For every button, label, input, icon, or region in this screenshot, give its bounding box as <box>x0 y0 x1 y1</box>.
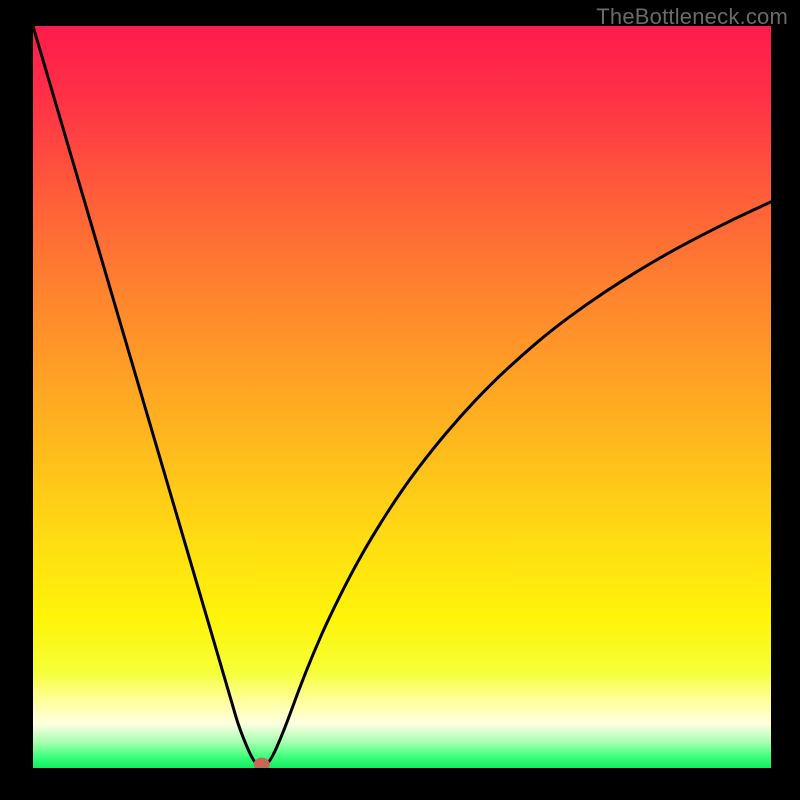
chart-container: TheBottleneck.com <box>0 0 800 800</box>
chart-svg <box>33 26 771 768</box>
gradient-background <box>33 26 771 768</box>
plot-area <box>33 26 771 768</box>
watermark-text: TheBottleneck.com <box>596 4 788 30</box>
